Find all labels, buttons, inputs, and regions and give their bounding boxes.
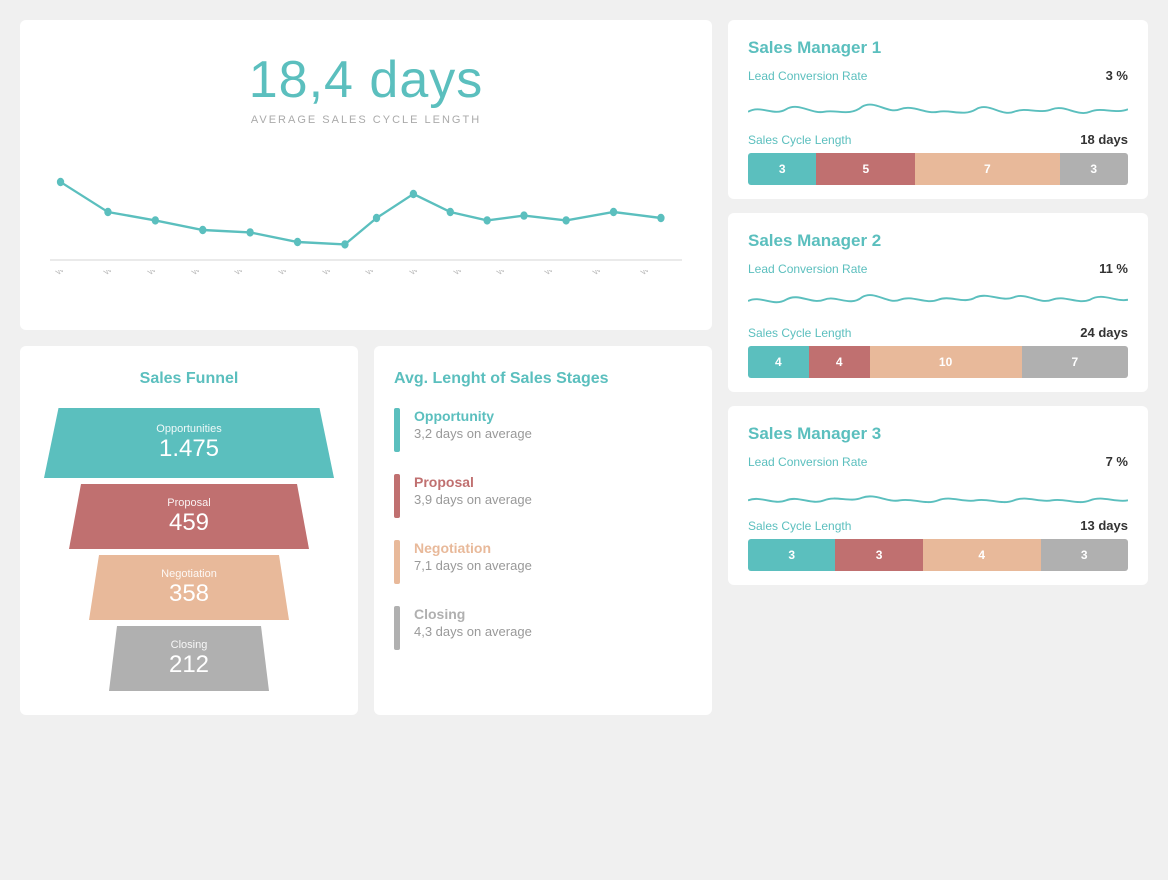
bar-seg-1-3: 7 — [915, 153, 1059, 185]
stage-opportunity: Opportunity 3,2 days on average — [394, 408, 692, 452]
stage-name-closing: Closing — [414, 606, 532, 622]
dashboard: 18,4 days AVERAGE SALES CYCLE LENGTH — [20, 20, 1148, 715]
manager-name-3: Sales Manager 3 — [748, 424, 1128, 444]
manager-name-2: Sales Manager 2 — [748, 231, 1128, 251]
sparkline-1 — [748, 89, 1128, 127]
funnel-closing: Closing 212 — [109, 626, 269, 691]
x-axis: W 53 2015 W 1 2016 W 2 2016 W 3 2016 W 4… — [50, 270, 682, 310]
stacked-bar-3: 3343 — [748, 539, 1128, 571]
sales-funnel-card: Sales Funnel Opportunities 1.475 Proposa… — [20, 346, 358, 715]
stage-avg-negotiation: 7,1 days on average — [414, 558, 532, 573]
manager-name-1: Sales Manager 1 — [748, 38, 1128, 58]
bar-seg-1-2: 5 — [816, 153, 915, 185]
avg-length-card: Avg. Lenght of Sales Stages Opportunity … — [374, 346, 712, 715]
lcr-label-3: Lead Conversion Rate — [748, 455, 867, 469]
stage-indicator-closing — [394, 606, 400, 650]
avg-cycle-label: AVERAGE SALES CYCLE LENGTH — [50, 114, 682, 126]
sparkline-3 — [748, 475, 1128, 513]
stacked-bar-2: 44107 — [748, 346, 1128, 378]
bar-seg-2-4: 7 — [1022, 346, 1128, 378]
manager-card-1: Sales Manager 1 Lead Conversion Rate 3 % Sa… — [728, 20, 1148, 199]
stage-indicator-opportunity — [394, 408, 400, 452]
lcr-value-3: 7 % — [1106, 454, 1128, 469]
funnel-proposal: Proposal 459 — [69, 484, 309, 549]
stage-name-opportunity: Opportunity — [414, 408, 532, 424]
stage-proposal: Proposal 3,9 days on average — [394, 474, 692, 518]
scl-row-3: Sales Cycle Length 13 days — [748, 518, 1128, 533]
stage-avg-closing: 4,3 days on average — [414, 624, 532, 639]
stage-indicator-negotiation — [394, 540, 400, 584]
bar-seg-3-4: 3 — [1041, 539, 1128, 571]
stage-closing: Closing 4,3 days on average — [394, 606, 692, 650]
lcr-label-2: Lead Conversion Rate — [748, 262, 867, 276]
scl-row-1: Sales Cycle Length 18 days — [748, 132, 1128, 147]
avg-length-title: Avg. Lenght of Sales Stages — [394, 370, 692, 388]
avg-cycle-card: 18,4 days AVERAGE SALES CYCLE LENGTH — [20, 20, 712, 330]
funnel-opportunities: Opportunities 1.475 — [44, 408, 334, 478]
funnel-wrapper: Opportunities 1.475 Proposal 459 Negotia… — [40, 408, 338, 691]
managers-column: Sales Manager 1 Lead Conversion Rate 3 % Sa… — [728, 20, 1148, 715]
stage-negotiation: Negotiation 7,1 days on average — [394, 540, 692, 584]
scl-label-2: Sales Cycle Length — [748, 326, 851, 340]
manager-card-3: Sales Manager 3 Lead Conversion Rate 7 % Sa… — [728, 406, 1148, 585]
manager-card-2: Sales Manager 2 Lead Conversion Rate 11 % S… — [728, 213, 1148, 392]
funnel-negotiation: Negotiation 358 — [89, 555, 289, 620]
scl-value-3: 13 days — [1080, 518, 1128, 533]
scl-row-2: Sales Cycle Length 24 days — [748, 325, 1128, 340]
bar-seg-2-2: 4 — [809, 346, 870, 378]
bar-seg-1-4: 3 — [1060, 153, 1128, 185]
lcr-value-1: 3 % — [1106, 68, 1128, 83]
lcr-row-1: Lead Conversion Rate 3 % — [748, 68, 1128, 83]
bar-seg-2-1: 4 — [748, 346, 809, 378]
scl-label-1: Sales Cycle Length — [748, 133, 851, 147]
funnel-title: Sales Funnel — [40, 370, 338, 388]
lcr-row-2: Lead Conversion Rate 11 % — [748, 261, 1128, 276]
bar-seg-2-3: 10 — [870, 346, 1022, 378]
scl-label-3: Sales Cycle Length — [748, 519, 851, 533]
stage-name-proposal: Proposal — [414, 474, 532, 490]
main-sparkline — [50, 146, 682, 266]
bar-seg-3-3: 4 — [923, 539, 1041, 571]
bar-seg-3-2: 3 — [835, 539, 922, 571]
bar-seg-3-1: 3 — [748, 539, 835, 571]
lcr-label-1: Lead Conversion Rate — [748, 69, 867, 83]
stage-name-negotiation: Negotiation — [414, 540, 532, 556]
sparkline-2 — [748, 282, 1128, 320]
stage-avg-opportunity: 3,2 days on average — [414, 426, 532, 441]
lcr-row-3: Lead Conversion Rate 7 % — [748, 454, 1128, 469]
stage-indicator-proposal — [394, 474, 400, 518]
avg-cycle-value: 18,4 days — [50, 50, 682, 110]
bar-seg-1-1: 3 — [748, 153, 816, 185]
stacked-bar-1: 3573 — [748, 153, 1128, 185]
stage-avg-proposal: 3,9 days on average — [414, 492, 532, 507]
lcr-value-2: 11 % — [1099, 261, 1128, 276]
scl-value-2: 24 days — [1080, 325, 1128, 340]
bottom-row: Sales Funnel Opportunities 1.475 Proposa… — [20, 346, 712, 715]
scl-value-1: 18 days — [1080, 132, 1128, 147]
